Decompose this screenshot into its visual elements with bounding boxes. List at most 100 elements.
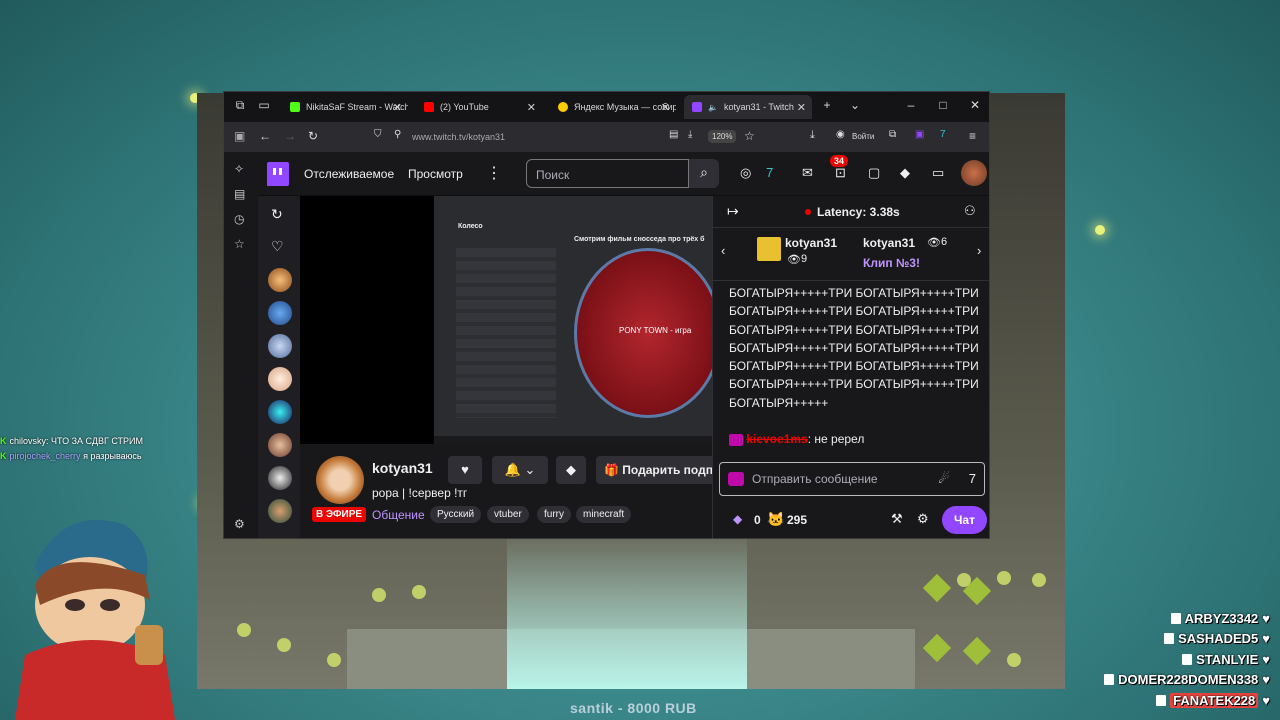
twitch-logo-icon[interactable] — [267, 162, 289, 186]
profile-icon[interactable]: ◉ — [836, 129, 845, 140]
chevron-right-icon[interactable]: › — [977, 243, 981, 258]
prime-icon[interactable]: ◆ — [900, 165, 910, 181]
speaker-icon[interactable]: 🔈 — [708, 103, 718, 112]
7tv-icon[interactable]: 7 — [766, 165, 773, 180]
pinned-user[interactable]: kotyan31 — [785, 236, 837, 250]
channel-avatar[interactable] — [268, 301, 292, 325]
chevron-down-icon[interactable]: ⌄ — [847, 98, 863, 112]
extensions-icon[interactable]: ⧉ — [889, 129, 896, 140]
collapse-icon[interactable]: ↻ — [271, 206, 283, 223]
channel-points-icon[interactable]: ◆ — [733, 512, 742, 526]
history-icon[interactable]: ◷ — [234, 212, 244, 226]
tag[interactable]: furry — [537, 506, 571, 523]
notifications-icon[interactable]: ✉ — [802, 165, 813, 181]
channel-avatar[interactable] — [268, 367, 292, 391]
screenshot-icon[interactable]: ⤓ — [688, 129, 692, 140]
collapse-chat-icon[interactable]: ↦ — [727, 203, 739, 220]
chat-input[interactable]: Отправить сообщение ☄ 7 — [719, 462, 985, 496]
channel-avatar[interactable] — [268, 400, 292, 424]
search-icon[interactable]: ⌕ — [689, 159, 719, 188]
chat-username[interactable]: kievoe1ms — [746, 432, 807, 446]
heart-icon[interactable]: ♡ — [271, 238, 284, 255]
nav-browse[interactable]: Просмотр — [408, 167, 463, 181]
channel-avatar[interactable] — [268, 268, 292, 292]
forward-icon[interactable]: → — [284, 129, 296, 143]
workspaces-icon[interactable]: ⧉ — [232, 98, 248, 113]
more-icon[interactable]: ⋮ — [486, 163, 502, 183]
follow-heart-button[interactable]: ♥ — [448, 456, 482, 484]
channel-avatar[interactable] — [268, 466, 292, 490]
site-settings-icon[interactable]: ⚲ — [394, 129, 401, 140]
channel-avatar[interactable] — [268, 433, 292, 457]
close-icon[interactable]: ✕ — [527, 101, 536, 114]
hype-badge-icon[interactable] — [728, 472, 744, 486]
chat-message: kievoe1ms: не ререл — [729, 432, 864, 446]
channel-avatar[interactable] — [268, 334, 292, 358]
sidebar-toggle-icon[interactable]: ▣ — [234, 129, 245, 143]
new-tab-button[interactable]: + — [819, 98, 835, 112]
bits-icon[interactable]: ▭ — [932, 165, 944, 181]
7tv-icon[interactable]: 7 — [940, 129, 946, 140]
tab-list-icon[interactable]: ▭ — [256, 98, 272, 112]
tag[interactable]: minecraft — [576, 506, 632, 523]
video-heading: Смотрим фильм сносседа про трёх б — [574, 236, 705, 243]
search-input[interactable]: Поиск — [526, 159, 689, 188]
zoom-indicator[interactable]: 120% — [708, 130, 737, 143]
chat-send-button[interactable]: Чат — [942, 506, 987, 534]
channel-avatar[interactable] — [268, 499, 292, 523]
close-icon[interactable]: ✕ — [797, 101, 806, 114]
twitch-icon — [692, 102, 702, 112]
back-icon[interactable]: ← — [259, 129, 271, 143]
chevron-left-icon[interactable]: ‹ — [721, 243, 725, 258]
reload-icon[interactable]: ↻ — [308, 129, 318, 143]
close-window-button[interactable]: ✕ — [967, 98, 983, 112]
shield-icon[interactable]: ⛉ — [374, 129, 382, 140]
tag[interactable]: Русский — [430, 506, 482, 523]
heart-icon: ♥ — [1262, 631, 1270, 647]
stream-video-frame: Колесо Смотрим фильм сносседа про трёх б… — [434, 196, 712, 444]
url-field[interactable]: www.twitch.tv/kotyan31 — [412, 132, 505, 142]
crown-icon[interactable]: ◎ — [740, 165, 751, 181]
sparkle-icon[interactable]: ✧ — [234, 162, 244, 176]
users-icon[interactable]: ⚇ — [964, 203, 976, 219]
chat-line: БОГАТЫРЯ+++++ТРИ БОГАТЫРЯ+++++ТРИ — [729, 286, 979, 300]
clip-title[interactable]: Клип №3! — [863, 256, 920, 270]
gift-sub-button[interactable]: 🎁 Подарить подп — [596, 456, 726, 484]
mod-tools-icon[interactable]: ⚒ — [891, 511, 903, 527]
video-player[interactable]: Колесо Смотрим фильм сносседа про трёх б… — [300, 196, 712, 444]
settings-gear-icon[interactable]: ⚙ — [234, 517, 245, 531]
notifications-bell-button[interactable]: 🔔 ⌄ — [492, 456, 548, 484]
whispers-icon[interactable]: ▢ — [868, 165, 880, 181]
notes-icon[interactable]: ▤ — [234, 187, 245, 201]
user-avatar[interactable] — [961, 160, 987, 186]
bookmark-star-icon[interactable]: ☆ — [744, 129, 755, 143]
menu-icon[interactable]: ≡ — [969, 129, 976, 143]
7tv-emote-icon[interactable]: 7 — [969, 471, 976, 486]
tab-youtube[interactable]: (2) YouTube ✕ — [416, 95, 542, 119]
minimize-button[interactable]: – — [903, 98, 919, 112]
chat-messages: БОГАТЫРЯ+++++ТРИ БОГАТЫРЯ+++++ТРИ БОГАТЫ… — [729, 284, 979, 412]
stream-category[interactable]: Общение — [372, 508, 425, 522]
favorites-icon[interactable]: ☆ — [234, 237, 245, 251]
clip-author[interactable]: kotyan31 — [863, 236, 915, 250]
prime-sub-button[interactable]: ◆ — [556, 456, 586, 484]
channel-name[interactable]: kotyan31 — [372, 460, 433, 476]
heart-icon: ♥ — [1262, 692, 1270, 708]
nav-following[interactable]: Отслеживаемое — [304, 167, 394, 181]
close-icon[interactable]: ✕ — [661, 101, 670, 114]
inbox-icon[interactable]: ⊡ — [835, 165, 846, 181]
chat-settings-icon[interactable]: ⚙ — [917, 511, 929, 527]
channel-avatar-large[interactable] — [316, 456, 364, 504]
reader-icon[interactable]: ▤ — [669, 129, 678, 140]
tab-twitch[interactable]: 🔈 kotyan31 - Twitch ✕ — [684, 95, 812, 119]
download-icon[interactable]: ⤓ — [810, 129, 815, 142]
emote-icon[interactable]: ☄ — [938, 471, 950, 487]
tab-yandex-music[interactable]: Яндекс Музыка — собир ✕ — [550, 95, 676, 119]
twitch-ext-icon[interactable]: ▣ — [915, 129, 924, 140]
chat-line: БОГАТЫРЯ+++++ТРИ БОГАТЫРЯ+++++ТРИ — [729, 304, 979, 319]
login-button[interactable]: Войти — [852, 132, 874, 141]
tag[interactable]: vtuber — [487, 506, 529, 523]
tab-kick[interactable]: NikitaSaF Stream - Watch ✕ — [282, 95, 408, 119]
maximize-button[interactable]: □ — [935, 98, 951, 112]
close-icon[interactable]: ✕ — [393, 101, 402, 114]
